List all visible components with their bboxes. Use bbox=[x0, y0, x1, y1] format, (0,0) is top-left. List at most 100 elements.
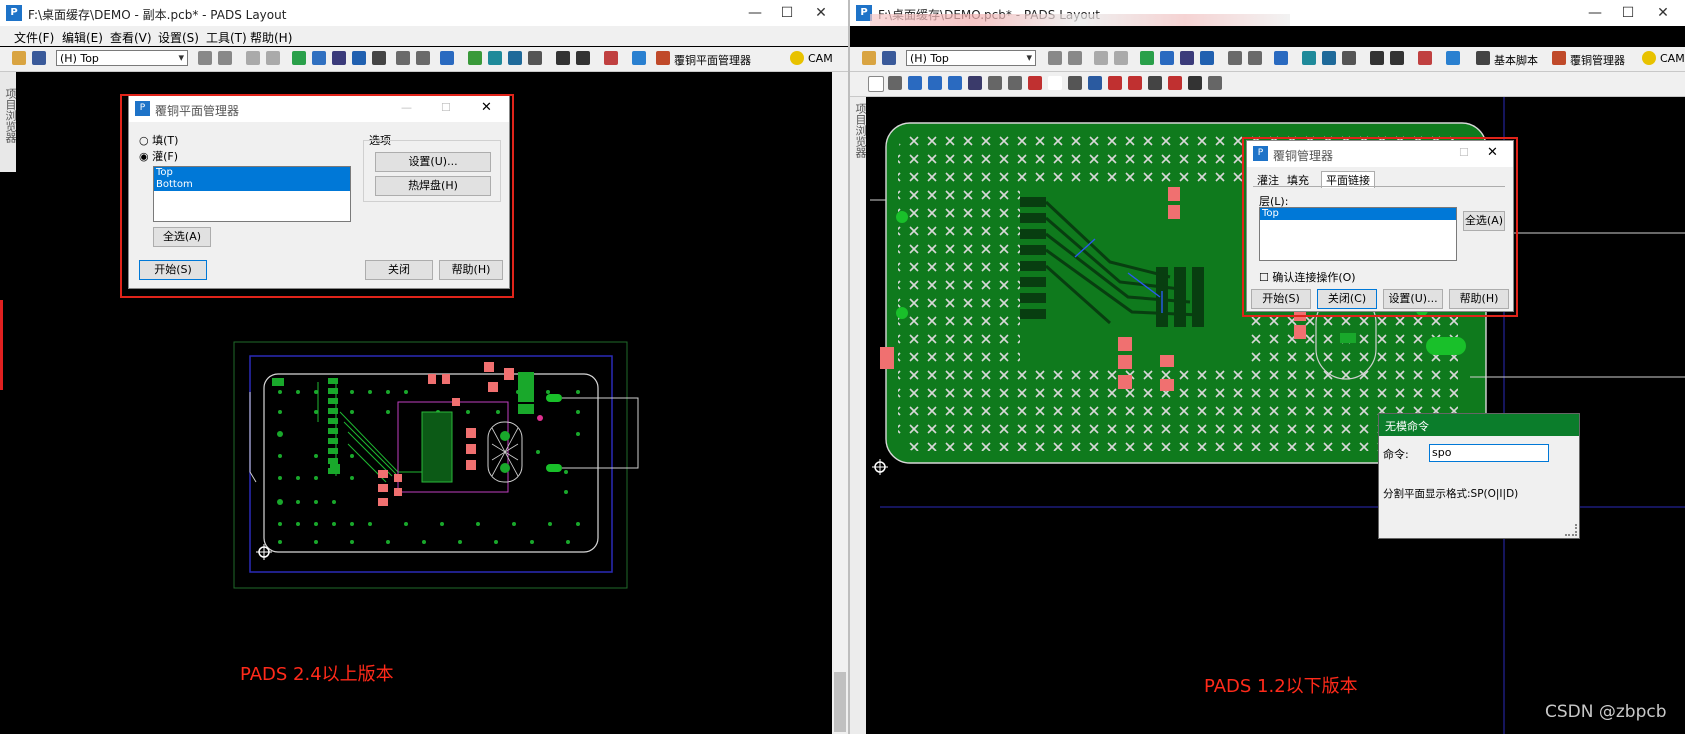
command-input[interactable]: spo bbox=[1429, 444, 1549, 462]
menu-edit[interactable]: 编辑(E) bbox=[62, 29, 103, 46]
right-title-bar[interactable]: P F:\桌面缓存\DEMO.pcb* - PADS Layout — ☐ ✕ bbox=[850, 0, 1685, 26]
tool-icon[interactable] bbox=[556, 51, 570, 65]
zoom-icon[interactable] bbox=[1274, 51, 1288, 65]
select-all-button[interactable]: 全选(A) bbox=[1463, 211, 1505, 231]
tool-icon[interactable] bbox=[1180, 51, 1194, 65]
tool-icon[interactable] bbox=[1128, 76, 1142, 90]
basic-script-icon[interactable] bbox=[1476, 51, 1490, 65]
tool-icon[interactable] bbox=[604, 51, 618, 65]
tool-icon[interactable] bbox=[1208, 76, 1222, 90]
thermal-button[interactable]: 热焊盘(H) bbox=[375, 176, 491, 196]
maximize-icon[interactable]: ☐ bbox=[772, 4, 802, 22]
open-icon[interactable] bbox=[862, 51, 876, 65]
dialog-close-icon[interactable]: ✕ bbox=[1487, 145, 1498, 160]
close-button[interactable]: 关闭 bbox=[365, 260, 433, 280]
tool-icon[interactable] bbox=[1094, 51, 1108, 65]
redo-icon[interactable] bbox=[1248, 51, 1262, 65]
dialog-title-bar[interactable]: P 覆铜平面管理器 — ☐ ✕ bbox=[129, 96, 509, 122]
tool-icon[interactable] bbox=[528, 51, 542, 65]
scroll-thumb[interactable] bbox=[834, 672, 846, 732]
tool-icon[interactable] bbox=[1302, 51, 1316, 65]
zoom-icon[interactable] bbox=[440, 51, 454, 65]
setup-button[interactable]: 设置(U)... bbox=[375, 152, 491, 172]
radio-fill[interactable]: ○ 填(T) bbox=[139, 132, 178, 148]
tool-icon[interactable] bbox=[1068, 76, 1082, 90]
tool-icon[interactable] bbox=[468, 51, 482, 65]
start-button[interactable]: 开始(S) bbox=[139, 260, 207, 280]
layer-select[interactable]: (H) Top bbox=[56, 50, 188, 66]
tool-icon[interactable] bbox=[1048, 51, 1062, 65]
cam-icon[interactable] bbox=[790, 51, 804, 65]
tool-icon[interactable] bbox=[1108, 76, 1122, 90]
left-title-bar[interactable]: P F:\桌面缓存\DEMO - 副本.pcb* - PADS Layout —… bbox=[0, 0, 848, 26]
save-icon[interactable] bbox=[882, 51, 896, 65]
setup-button[interactable]: 设置(U)... bbox=[1383, 289, 1443, 309]
pour-manager-icon[interactable] bbox=[1552, 51, 1566, 65]
tool-icon[interactable] bbox=[1148, 76, 1162, 90]
tool-icon[interactable] bbox=[1068, 51, 1082, 65]
pour-manager-button[interactable]: 覆铜管理器 bbox=[1570, 52, 1625, 68]
dialog-maximize-icon[interactable]: ☐ bbox=[1459, 146, 1469, 159]
tool-icon[interactable] bbox=[1418, 51, 1432, 65]
resize-grip-icon[interactable] bbox=[1565, 524, 1577, 536]
modeless-title-bar[interactable]: 无模命令 bbox=[1379, 414, 1579, 436]
tool-icon[interactable] bbox=[1028, 76, 1042, 90]
cam-icon[interactable] bbox=[1642, 51, 1656, 65]
tool-icon[interactable] bbox=[1160, 51, 1174, 65]
tool-icon[interactable] bbox=[948, 76, 962, 90]
cam-button[interactable]: CAM bbox=[808, 52, 833, 65]
menu-setup[interactable]: 设置(S) bbox=[158, 29, 199, 46]
maximize-icon[interactable]: ☐ bbox=[1613, 4, 1643, 22]
tool-icon[interactable] bbox=[508, 51, 522, 65]
tool-icon[interactable] bbox=[988, 76, 1002, 90]
redo-icon[interactable] bbox=[416, 51, 430, 65]
tool-icon[interactable] bbox=[576, 51, 590, 65]
list-item[interactable]: Bottom bbox=[154, 179, 350, 191]
basic-script-button[interactable]: 基本脚本 bbox=[1494, 52, 1538, 68]
minimize-icon[interactable]: — bbox=[1580, 4, 1610, 22]
tool-icon[interactable] bbox=[198, 51, 212, 65]
layer-list[interactable]: Top Bottom bbox=[153, 166, 351, 222]
tool-icon[interactable] bbox=[312, 51, 326, 65]
tool-icon[interactable] bbox=[1446, 51, 1460, 65]
tool-icon[interactable] bbox=[1114, 51, 1128, 65]
tool-icon[interactable] bbox=[266, 51, 280, 65]
help-button[interactable]: 帮助(H) bbox=[439, 260, 503, 280]
text-tool-icon[interactable] bbox=[1048, 76, 1062, 90]
dialog-title-bar[interactable]: P 覆铜管理器 ☐ ✕ bbox=[1247, 141, 1513, 167]
start-button[interactable]: 开始(S) bbox=[1251, 289, 1311, 309]
tool-icon[interactable] bbox=[1188, 76, 1202, 90]
tool-icon[interactable] bbox=[1088, 76, 1102, 90]
menu-view[interactable]: 查看(V) bbox=[110, 29, 152, 46]
layer-list[interactable]: Top bbox=[1259, 207, 1457, 261]
dialog-minimize-icon[interactable]: — bbox=[401, 101, 412, 114]
tool-icon[interactable] bbox=[292, 51, 306, 65]
tool-icon[interactable] bbox=[246, 51, 260, 65]
menu-tools[interactable]: 工具(T) bbox=[206, 29, 247, 46]
undo-icon[interactable] bbox=[1228, 51, 1242, 65]
save-icon[interactable] bbox=[32, 51, 46, 65]
dialog-maximize-icon[interactable]: ☐ bbox=[441, 101, 451, 114]
close-icon[interactable]: ✕ bbox=[806, 4, 836, 22]
menu-file[interactable]: 文件(F) bbox=[14, 29, 54, 46]
tool-icon[interactable] bbox=[968, 76, 982, 90]
list-item[interactable]: Top bbox=[154, 167, 350, 179]
minimize-icon[interactable]: — bbox=[740, 4, 770, 22]
close-icon[interactable]: ✕ bbox=[1648, 4, 1678, 22]
radio-flood[interactable]: ◉ 灌(F) bbox=[139, 148, 178, 164]
pour-manager-icon[interactable] bbox=[656, 51, 670, 65]
tool-icon[interactable] bbox=[1140, 51, 1154, 65]
tool-icon[interactable] bbox=[488, 51, 502, 65]
tool-icon[interactable] bbox=[332, 51, 346, 65]
menu-help[interactable]: 帮助(H) bbox=[250, 29, 292, 46]
tool-icon[interactable] bbox=[632, 51, 646, 65]
tool-icon[interactable] bbox=[928, 76, 942, 90]
select-all-button[interactable]: 全选(A) bbox=[153, 227, 211, 247]
undo-icon[interactable] bbox=[396, 51, 410, 65]
left-project-browser[interactable]: 项目浏览器 bbox=[0, 72, 17, 172]
tool-icon[interactable] bbox=[1370, 51, 1384, 65]
tool-icon[interactable] bbox=[908, 76, 922, 90]
tool-icon[interactable] bbox=[1322, 51, 1336, 65]
help-button[interactable]: 帮助(H) bbox=[1449, 289, 1509, 309]
right-project-browser[interactable]: 项目浏览器 bbox=[850, 97, 867, 734]
